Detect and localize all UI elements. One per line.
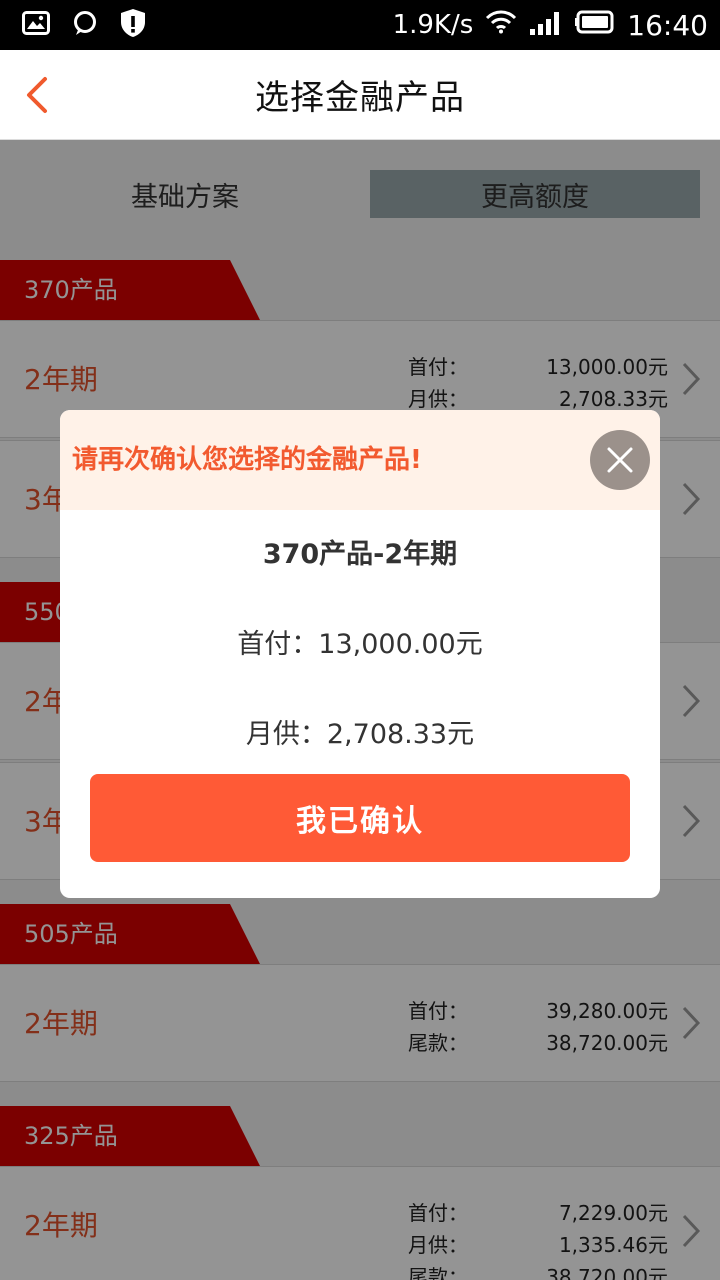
selected-product: 370产品-2年期 <box>262 539 458 570</box>
down-payment-summary: 首付：13,000.00元 <box>237 629 483 660</box>
chevron-left-icon <box>27 77 47 113</box>
confirm-button[interactable]: 我已确认 <box>90 774 630 862</box>
close-icon <box>607 447 633 473</box>
page-title: 选择金融产品 <box>255 78 465 118</box>
chat-bubble-icon <box>72 10 98 40</box>
status-left-icons <box>22 8 146 42</box>
signal-icon <box>529 9 563 42</box>
back-button[interactable] <box>14 72 60 118</box>
clock: 16:40 <box>627 8 708 42</box>
wifi-icon <box>485 10 517 41</box>
dialog-header: 请再次确认您选择的金融产品! <box>60 410 660 510</box>
net-speed: 1.9K/s <box>392 10 474 40</box>
confirm-dialog: 请再次确认您选择的金融产品! 370产品-2年期 首付：13,000.00元 月… <box>60 410 660 898</box>
app-root: 1.9K/s 16:40 选择金融产品 基础方案 更高额度 370产品 2年期 … <box>0 0 720 1280</box>
image-icon <box>22 11 50 39</box>
dialog-title: 请再次确认您选择的金融产品! <box>72 445 422 475</box>
status-right: 1.9K/s 16:40 <box>393 9 708 42</box>
shield-icon <box>120 8 146 42</box>
monthly-payment-summary: 月供：2,708.33元 <box>245 719 475 750</box>
status-bar: 1.9K/s 16:40 <box>0 0 720 50</box>
close-button[interactable] <box>590 430 650 490</box>
nav-bar: 选择金融产品 <box>0 50 720 140</box>
battery-icon <box>575 10 615 41</box>
